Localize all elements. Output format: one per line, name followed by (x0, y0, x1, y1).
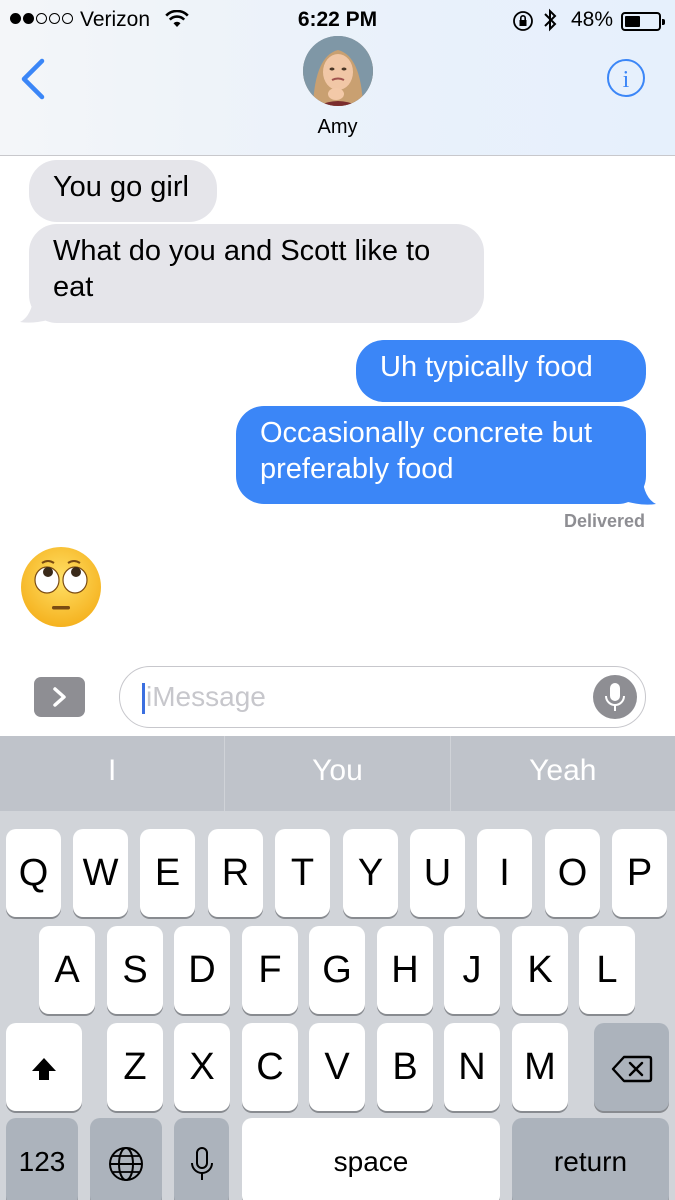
key-t[interactable]: T (275, 829, 330, 917)
prediction-suggestion[interactable]: I (0, 736, 226, 811)
key-y[interactable]: Y (343, 829, 398, 917)
outgoing-message[interactable]: Uh typically food (356, 340, 646, 402)
info-icon: i (607, 59, 645, 97)
key-e[interactable]: E (140, 829, 195, 917)
space-key[interactable]: space (242, 1118, 500, 1200)
message-input[interactable]: iMessage (119, 666, 646, 728)
outgoing-message[interactable]: Occasionally concrete but preferably foo… (236, 406, 646, 504)
contact-name[interactable]: Amy (0, 116, 675, 139)
key-h[interactable]: H (377, 926, 433, 1014)
key-l[interactable]: L (579, 926, 635, 1014)
key-f[interactable]: F (242, 926, 298, 1014)
svg-text:i: i (623, 67, 630, 93)
text-cursor (142, 683, 145, 714)
battery-fill (625, 16, 641, 27)
predictive-bar: I You Yeah (0, 736, 675, 811)
globe-icon (109, 1146, 143, 1181)
key-i[interactable]: I (477, 829, 532, 917)
face-with-rolling-eyes-emoji[interactable] (20, 546, 102, 628)
key-k[interactable]: K (512, 926, 568, 1014)
key-r[interactable]: R (208, 829, 263, 917)
key-q[interactable]: Q (6, 829, 61, 917)
key-z[interactable]: Z (107, 1023, 163, 1111)
shift-icon (32, 1057, 56, 1080)
key-p[interactable]: P (612, 829, 667, 917)
app-drawer-button[interactable] (34, 677, 85, 717)
chevron-right-icon (53, 687, 66, 707)
key-c[interactable]: C (242, 1023, 298, 1111)
dictation-key[interactable] (174, 1118, 229, 1200)
message-thread[interactable]: You go girl What do you and Scott like t… (0, 156, 675, 656)
key-m[interactable]: M (512, 1023, 568, 1111)
prediction-suggestion[interactable]: You (225, 736, 451, 811)
bluetooth-icon (542, 7, 558, 39)
info-button[interactable]: i (606, 58, 646, 98)
key-u[interactable]: U (410, 829, 465, 917)
shift-key[interactable] (6, 1023, 82, 1111)
delete-key[interactable] (594, 1023, 669, 1111)
microphone-icon (190, 1146, 213, 1180)
key-j[interactable]: J (444, 926, 500, 1014)
key-o[interactable]: O (545, 829, 600, 917)
rotation-lock-icon (512, 10, 534, 38)
key-b[interactable]: B (377, 1023, 433, 1111)
dictation-button[interactable] (593, 675, 637, 719)
key-v[interactable]: V (309, 1023, 365, 1111)
key-d[interactable]: D (174, 926, 230, 1014)
key-x[interactable]: X (174, 1023, 230, 1111)
avatar-photo (303, 36, 373, 106)
incoming-bubble-tail (20, 294, 48, 323)
key-w[interactable]: W (73, 829, 128, 917)
key-s[interactable]: S (107, 926, 163, 1014)
microphone-icon (605, 683, 625, 711)
chevron-left-icon (21, 58, 45, 100)
outgoing-bubble-tail (628, 476, 656, 505)
back-button[interactable] (18, 58, 52, 100)
message-placeholder: iMessage (146, 681, 266, 712)
backspace-icon (611, 1055, 652, 1083)
return-key[interactable]: return (512, 1118, 669, 1200)
status-bar: Verizon 6:22 PM 48% (0, 4, 675, 34)
keyboard: I You Yeah Q W E R T Y U I O P A S D F G… (0, 736, 675, 1200)
battery-icon (621, 12, 665, 31)
key-n[interactable]: N (444, 1023, 500, 1111)
incoming-message[interactable]: What do you and Scott like to eat (29, 224, 484, 323)
prediction-suggestion[interactable]: Yeah (451, 736, 675, 811)
contact-avatar[interactable] (303, 36, 373, 106)
incoming-message[interactable]: You go girl (29, 160, 217, 222)
key-g[interactable]: G (309, 926, 365, 1014)
battery-percentage: 48% (571, 8, 614, 31)
key-a[interactable]: A (39, 926, 95, 1014)
numbers-key[interactable]: 123 (6, 1118, 78, 1200)
conversation-header: Verizon 6:22 PM 48% Amy i (0, 0, 675, 156)
delivered-status: Delivered (563, 511, 645, 531)
globe-key[interactable] (90, 1118, 162, 1200)
